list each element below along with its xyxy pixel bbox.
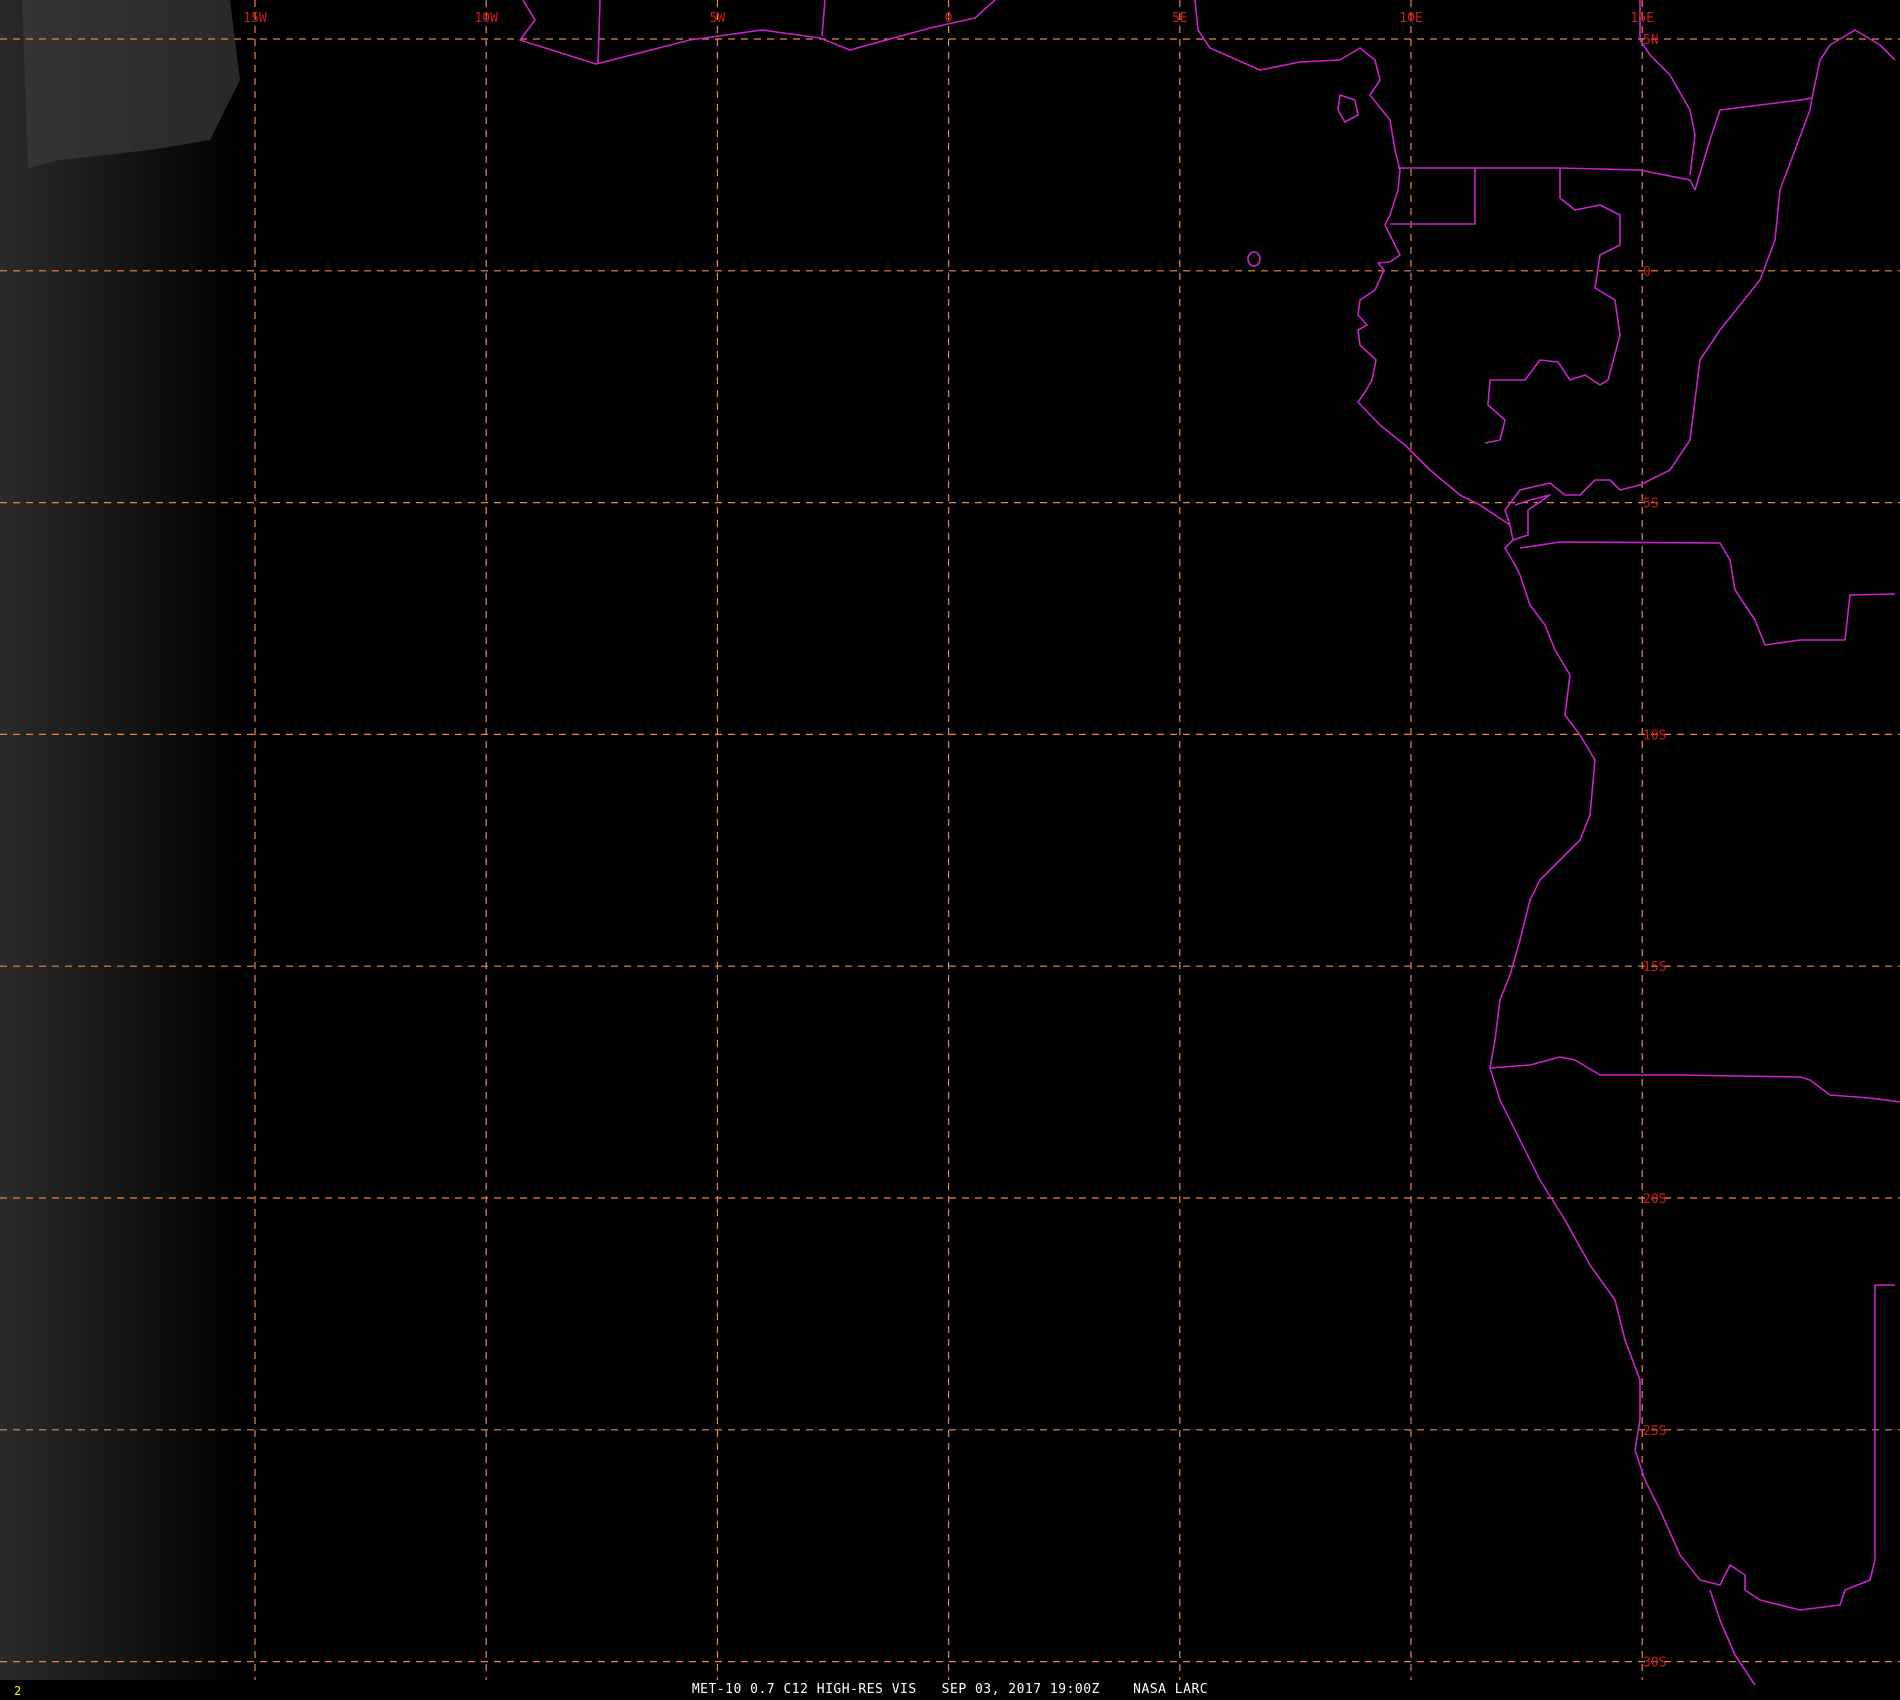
angola-drc-border xyxy=(1519,541,1896,646)
equatorial-guinea-border xyxy=(1390,167,1476,225)
cameroon-car-border xyxy=(1639,0,1696,176)
namibia-botswana-border xyxy=(1874,1284,1895,1560)
longitude-label: 15E xyxy=(1630,11,1653,26)
cameroon-gabon-border xyxy=(1475,167,1696,191)
longitude-label: 5W xyxy=(710,11,726,26)
latitude-label: 25S xyxy=(1643,1424,1666,1439)
sao-tome-island xyxy=(1247,251,1261,267)
latitude-label: 0 xyxy=(1643,265,1651,280)
latitude-label: 10S xyxy=(1643,728,1666,743)
south-african-coastline xyxy=(1709,1589,1756,1686)
congo-drc-border xyxy=(1504,97,1813,526)
longitude-labels: 15W 10W 5W 0 5E 10E 15E xyxy=(243,11,1654,26)
longitude-label: 5E xyxy=(1172,11,1188,26)
latitude-label: 15S xyxy=(1643,960,1666,975)
cabinda-border xyxy=(1512,494,1551,541)
ghana-border xyxy=(597,0,601,65)
latitude-label: 30S xyxy=(1643,1656,1666,1671)
gabon-congo-border xyxy=(1484,168,1621,444)
latitude-labels: 5N 0 5S 10S 15S 20S 25S 30S xyxy=(1643,33,1666,1671)
longitude-label: 10E xyxy=(1399,11,1422,26)
longitude-label: 0 xyxy=(945,11,953,26)
graticule-grid xyxy=(0,0,1900,1680)
coastlines-and-borders xyxy=(519,0,1900,1686)
daylight-terminator-strip xyxy=(0,0,240,1680)
car-drc-border xyxy=(1811,29,1896,99)
latitude-label: 5S xyxy=(1643,497,1659,512)
togo-border xyxy=(821,0,826,37)
bioko-island xyxy=(1337,94,1359,123)
gulf-of-guinea-coastline xyxy=(519,0,996,65)
longitude-label: 15W xyxy=(243,11,267,26)
central-african-coastline xyxy=(1194,0,1876,1611)
angola-namibia-border xyxy=(1489,1056,1900,1103)
latitude-label: 20S xyxy=(1643,1192,1666,1207)
longitude-label: 10W xyxy=(474,11,498,26)
latitude-label: 5N xyxy=(1643,33,1659,48)
image-caption: MET-10 0.7 C12 HIGH-RES VIS SEP 03, 2017… xyxy=(691,1682,1209,1697)
satellite-map: 15W 10W 5W 0 5E 10E 15E 5N 0 5S 10S 15S 20S 25S 30S xyxy=(0,0,1900,1686)
